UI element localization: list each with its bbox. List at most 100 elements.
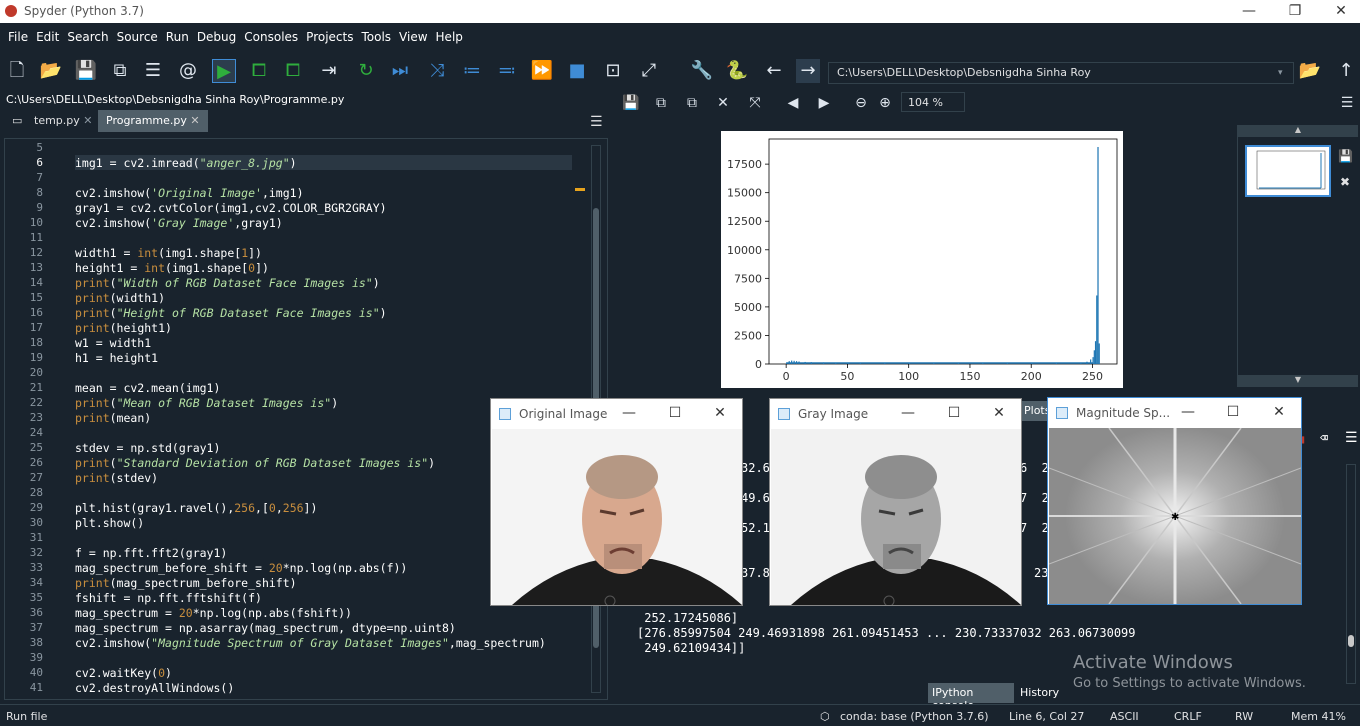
line-number: 11 [29,231,43,244]
preferences-wrench-icon[interactable]: 🔧 [690,59,714,83]
x-tick-label: 0 [783,370,790,383]
code-line: print("Mean of RGB Dataset Images is") [75,396,339,410]
code-line: mag_spectrum_before_shift = 20*np.log(np… [75,561,408,575]
line-number: 7 [36,171,43,184]
rerun-icon[interactable]: ↻ [354,59,378,83]
run-cell-icon[interactable]: ⧠ [247,59,271,83]
step-icon[interactable]: ⤨ [425,59,449,83]
gray-image-window[interactable]: Gray Image — ☐ ✕ [769,398,1022,606]
close-button[interactable]: ✕ [1318,0,1360,23]
window-title: Spyder (Python 3.7) [24,4,144,18]
line-number: 39 [29,651,43,664]
close-tab-icon[interactable]: ✕ [83,114,92,127]
close-tab-icon[interactable]: ✕ [190,114,199,127]
menu-edit[interactable]: Edit [32,27,63,44]
zoom-in-icon[interactable]: ⊕ [873,91,897,115]
console-scrollbar[interactable] [1346,464,1356,684]
menu-help[interactable]: Help [432,27,467,44]
minimize-icon[interactable]: — [898,405,918,423]
line-number: 15 [29,291,43,304]
menu-view[interactable]: View [395,27,431,44]
previous-plot-icon[interactable]: ◀ [781,91,805,115]
tab-programme[interactable]: Programme.py ✕ [98,110,208,132]
save-icon[interactable]: 💾 [74,59,98,83]
histogram-bar [1096,295,1098,364]
open-folder-icon[interactable]: 📂 [39,59,63,83]
parent-dir-icon[interactable]: ↑ [1334,59,1358,83]
menu-consoles[interactable]: Consoles [240,27,302,44]
clear-console-icon[interactable]: ⌫ [1320,431,1328,446]
back-arrow-icon[interactable]: ← [762,59,786,83]
copy-plot-icon[interactable]: ⧉ [680,91,704,115]
next-plot-icon[interactable]: ▶ [812,91,836,115]
console-scroll-thumb[interactable] [1348,635,1354,647]
step-return-icon[interactable]: ≕ [495,59,519,83]
remove-all-plots-icon[interactable]: ⤧ [743,91,767,115]
remove-plot-icon[interactable]: ✕ [711,91,735,115]
code-line: cv2.imshow('Original Image',img1) [75,186,304,200]
fullscreen-icon[interactable]: ⤢ [637,59,661,83]
tab-ipython-console[interactable]: IPython console [928,683,1014,712]
console-options-icon[interactable]: ☰ [1345,430,1358,446]
close-icon[interactable]: ✕ [710,405,730,423]
maximize-button[interactable]: ❐ [1272,0,1318,23]
at-icon[interactable]: @ [176,59,200,83]
line-number: 26 [29,456,43,469]
magnitude-spectrum-window[interactable]: Magnitude Sp... — ☐ ✕ ✱ [1047,397,1302,605]
working-directory-input[interactable]: C:\Users\DELL\Desktop\Debsnigdha Sinha R… [828,62,1294,84]
tab-temp[interactable]: temp.py ✕ [26,110,101,132]
close-icon[interactable]: ✕ [989,405,1009,423]
menu-file[interactable]: File [4,27,32,44]
minimize-button[interactable]: — [1226,0,1272,23]
close-icon[interactable]: ✕ [1269,404,1289,422]
save-plot-icon[interactable]: 💾 [619,91,643,115]
save-all-plots-icon[interactable]: ⧉ [649,91,673,115]
axes-frame [768,138,1118,365]
run-cell-advance-icon[interactable]: ⧠ [281,59,305,83]
browse-folder-icon[interactable]: 📂 [1298,59,1322,83]
minimize-icon[interactable]: — [1178,404,1198,422]
menu-tools[interactable]: Tools [357,27,395,44]
menu-search[interactable]: Search [63,27,112,44]
line-number: 22 [29,396,43,409]
remove-thumbnail-icon[interactable]: ✖ [1340,175,1350,189]
path-dropdown-icon[interactable]: ▾ [1278,62,1294,84]
save-thumbnail-icon[interactable]: 💾 [1338,149,1353,163]
zoom-level[interactable]: 104 % [901,92,965,112]
plots-options-icon[interactable]: ☰ [1335,91,1359,115]
step-into-icon[interactable]: ≔ [460,59,484,83]
spyder-logo-icon [5,5,17,17]
minimize-icon[interactable]: — [619,405,639,423]
plot-thumbnail[interactable] [1245,145,1331,197]
editor-options-icon[interactable]: ☰ [582,110,611,132]
forward-arrow-icon[interactable]: → [796,59,820,83]
maximize-pane-icon[interactable]: ⊡ [601,59,625,83]
list-icon[interactable]: ☰ [141,59,165,83]
maximize-icon[interactable]: ☐ [665,405,685,423]
maximize-icon[interactable]: ☐ [944,405,964,423]
run-icon[interactable]: ▶ [212,59,236,83]
menu-projects[interactable]: Projects [302,27,357,44]
debug-icon[interactable]: ⏭ [388,59,412,83]
tab-history[interactable]: History [1016,683,1060,703]
conda-env-icon: ⬡ [820,710,830,723]
line-number: 5 [36,141,43,154]
code-line: stdev = np.std(gray1) [75,441,221,455]
stop-icon[interactable]: ■ [565,59,589,83]
save-all-icon[interactable]: ⧉ [108,59,132,83]
tab-plots[interactable]: Plots [1022,401,1048,421]
original-image-window[interactable]: Original Image — ☐ ✕ [490,398,743,606]
zoom-out-icon[interactable]: ⊖ [849,91,873,115]
run-selection-icon[interactable]: ⇥ [317,59,341,83]
menu-debug[interactable]: Debug [193,27,240,44]
python-path-icon[interactable]: 🐍 [725,59,749,83]
continue-icon[interactable]: ⏩ [530,59,554,83]
maximize-icon[interactable]: ☐ [1223,404,1243,422]
menu-run[interactable]: Run [162,27,193,44]
thumbs-scroll-down-icon[interactable]: ▼ [1238,375,1358,387]
thumbs-scroll-up-icon[interactable]: ▲ [1238,125,1358,137]
new-file-icon[interactable]: 🗋 [5,59,29,83]
line-number: 16 [29,306,43,319]
menu-source[interactable]: Source [113,27,162,44]
histogram-bar [1098,343,1100,364]
